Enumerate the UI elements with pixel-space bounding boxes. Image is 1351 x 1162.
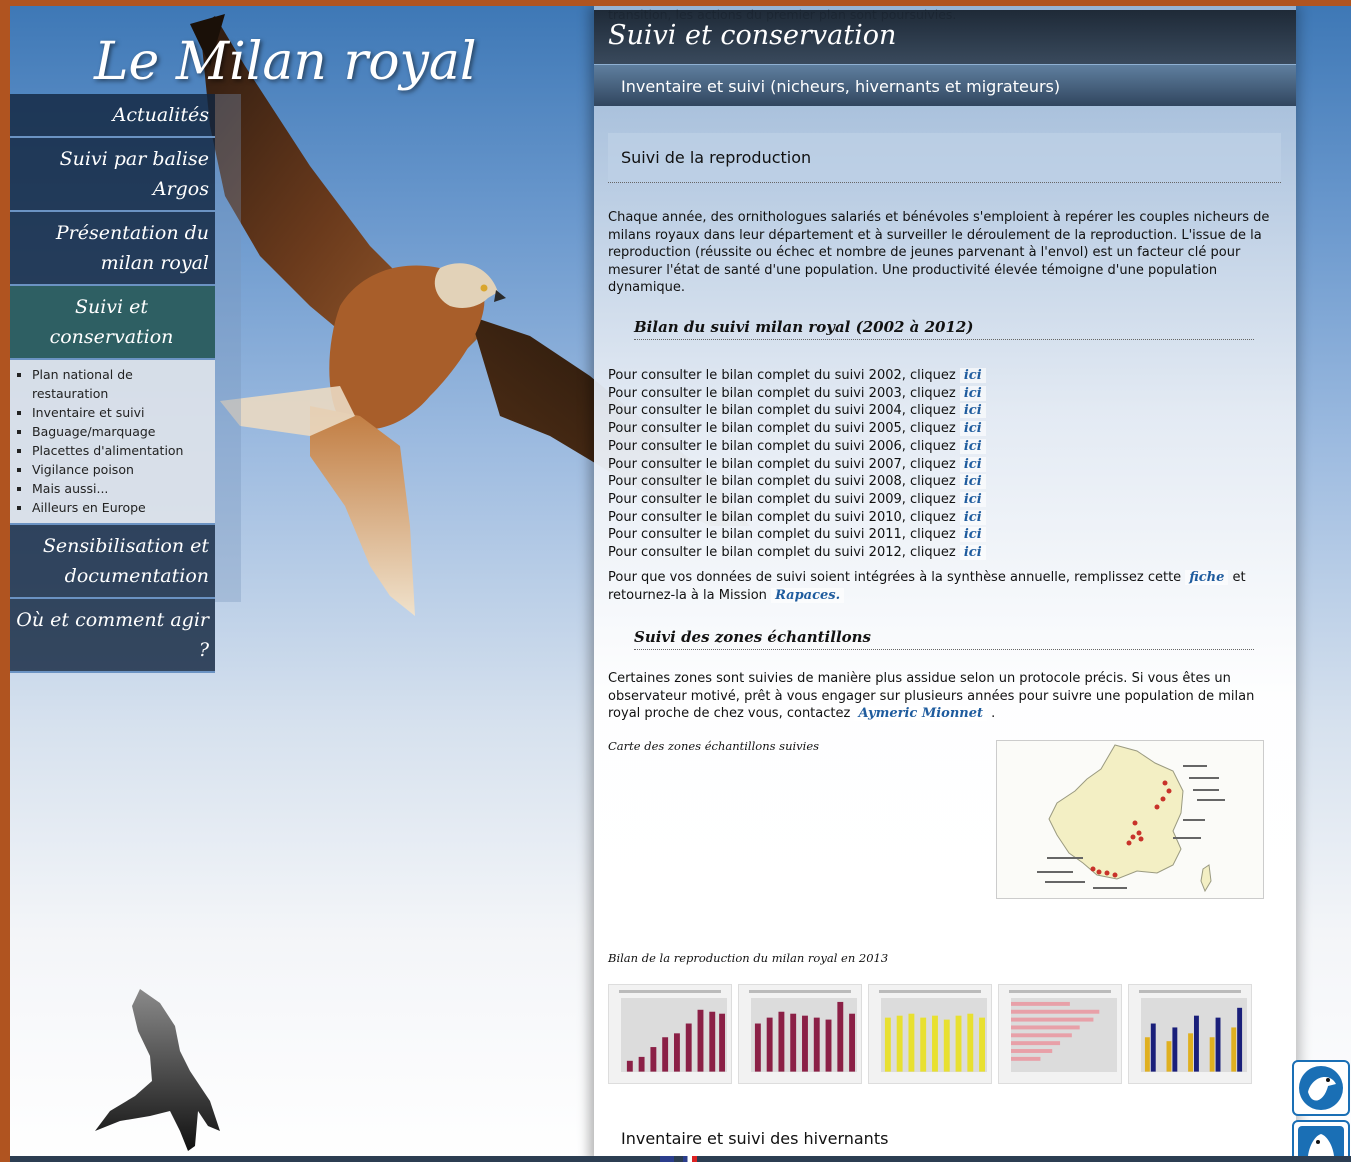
subnav: Plan national de restauration Inventaire… xyxy=(10,360,215,525)
report-line: Pour consulter le bilan complet du suivi… xyxy=(608,526,1208,544)
nav-item-actualites[interactable]: Actualités xyxy=(10,94,215,138)
subnav-item-placettes[interactable]: Placettes d'alimentation xyxy=(14,441,211,460)
report-line: Pour consulter le bilan complet du suivi… xyxy=(608,473,1208,491)
report-link-2006[interactable]: ici xyxy=(959,438,986,454)
report-line-text: Pour consulter le bilan complet du suivi… xyxy=(608,456,960,472)
main-content: transition, les actions du premier plan … xyxy=(594,6,1296,1162)
reproduction-charts[interactable] xyxy=(608,984,1252,1084)
fiche-text-2: et xyxy=(1232,570,1246,585)
nav-item-suivi-balise-argos[interactable]: Suivi par balise Argos xyxy=(10,138,215,212)
chart-1-bars xyxy=(621,998,727,1072)
chart-1 xyxy=(608,984,732,1084)
fiche-paragraph: Pour que vos données de suivi soient int… xyxy=(608,569,1284,604)
page-title: Suivi et conservation xyxy=(608,20,897,51)
nav-side-band xyxy=(215,94,241,602)
chart-5-bars xyxy=(1141,998,1247,1072)
contact-link[interactable]: Aymeric Mionnet xyxy=(854,706,988,721)
report-line-text: Pour consulter le bilan complet du suivi… xyxy=(608,385,960,401)
footer-bar xyxy=(10,1156,1351,1162)
map-caption: Carte des zones échantillons suivies xyxy=(608,739,820,753)
kite-silhouette-icon xyxy=(95,989,220,1151)
section-bar: Inventaire et suivi (nicheurs, hivernant… xyxy=(594,64,1296,106)
report-line-text: Pour consulter le bilan complet du suivi… xyxy=(608,438,960,454)
subnav-item-vigilance-poison[interactable]: Vigilance poison xyxy=(14,460,211,479)
zones-heading: Suivi des zones échantillons xyxy=(634,628,1254,650)
report-line: Pour consulter le bilan complet du suivi… xyxy=(608,438,1208,456)
site-title[interactable]: Le Milan royal xyxy=(94,32,477,92)
fiche-text-1: Pour que vos données de suivi soient int… xyxy=(608,570,1182,585)
report-link-2011[interactable]: ici xyxy=(959,527,986,543)
report-link-2004[interactable]: ici xyxy=(959,403,986,419)
hivernants-heading: Inventaire et suivi des hivernants xyxy=(621,1129,889,1148)
chart-3 xyxy=(868,984,992,1084)
nav-item-suivi-conservation[interactable]: Suivi et conservation xyxy=(10,286,215,360)
report-line: Pour consulter le bilan complet du suivi… xyxy=(608,420,1208,438)
section-title: Inventaire et suivi (nicheurs, hivernant… xyxy=(621,77,1061,96)
page-title-bar: Suivi et conservation xyxy=(594,10,1296,66)
subhead-box: Suivi de la reproduction xyxy=(608,133,1281,183)
chart-4 xyxy=(998,984,1122,1084)
subnav-item-plan-national[interactable]: Plan national de restauration xyxy=(14,365,211,403)
main-nav: Actualités Suivi par balise Argos Présen… xyxy=(10,94,215,673)
footer-text xyxy=(220,1156,698,1162)
france-map-icon xyxy=(1037,744,1225,893)
subhead-title: Suivi de la reproduction xyxy=(621,148,812,167)
chart-3-bars xyxy=(881,998,987,1072)
report-line: Pour consulter le bilan complet du suivi… xyxy=(608,491,1208,509)
report-line: Pour consulter le bilan complet du suivi… xyxy=(608,456,1208,474)
fiche-text-3: retournez-la à la Mission xyxy=(608,587,767,603)
report-line-text: Pour consulter le bilan complet du suivi… xyxy=(608,509,960,525)
falcon-badge-icon[interactable] xyxy=(1292,1060,1350,1116)
report-line-text: Pour consulter le bilan complet du suivi… xyxy=(608,403,960,419)
report-line: Pour consulter le bilan complet du suivi… xyxy=(608,367,1208,385)
flag-uk-icon[interactable] xyxy=(660,1156,674,1162)
nav-item-sensibilisation[interactable]: Sensibilisation et documentation xyxy=(10,525,215,599)
report-link-2003[interactable]: ici xyxy=(959,385,986,401)
report-line-text: Pour consulter le bilan complet du suivi… xyxy=(608,421,960,437)
report-line: Pour consulter le bilan complet du suivi… xyxy=(608,509,1208,527)
chart-5 xyxy=(1128,984,1252,1084)
report-link-2010[interactable]: ici xyxy=(959,509,986,525)
intro-paragraph: Chaque année, des ornithologues salariés… xyxy=(608,210,1270,295)
report-link-2005[interactable]: ici xyxy=(959,421,986,437)
report-line: Pour consulter le bilan complet du suivi… xyxy=(608,402,1208,420)
report-line-text: Pour consulter le bilan complet du suivi… xyxy=(608,474,960,490)
subnav-item-inventaire[interactable]: Inventaire et suivi xyxy=(14,403,211,422)
chart-2 xyxy=(738,984,862,1084)
fiche-link[interactable]: fiche xyxy=(1185,570,1229,585)
nav-item-presentation[interactable]: Présentation du milan royal xyxy=(10,212,215,286)
report-line-text: Pour consulter le bilan complet du suivi… xyxy=(608,527,960,543)
subnav-item-baguage[interactable]: Baguage/marquage xyxy=(14,422,211,441)
subnav-item-ailleurs-europe[interactable]: Ailleurs en Europe xyxy=(14,498,211,517)
nav-item-ou-agir[interactable]: Où et comment agir ? xyxy=(10,599,215,673)
charts-caption: Bilan de la reproduction du milan royal … xyxy=(608,951,889,965)
rapaces-link[interactable]: Rapaces. xyxy=(771,587,845,603)
report-link-2008[interactable]: ici xyxy=(959,474,986,490)
report-list: Pour consulter le bilan complet du suivi… xyxy=(608,367,1208,562)
bilan-heading: Bilan du suivi milan royal (2002 à 2012) xyxy=(634,318,1254,340)
chart-4-bars xyxy=(1011,998,1117,1072)
report-link-2007[interactable]: ici xyxy=(959,456,986,472)
report-line: Pour consulter le bilan complet du suivi… xyxy=(608,385,1208,403)
zones-paragraph: Certaines zones sont suivies de manière … xyxy=(608,670,1284,723)
zones-map[interactable] xyxy=(996,740,1264,899)
flag-fr-icon[interactable] xyxy=(683,1156,698,1162)
contact-end: . xyxy=(991,706,996,721)
page-frame: Le Milan royal Actualités Suivi par bali… xyxy=(10,6,1351,1162)
subnav-item-mais-aussi[interactable]: Mais aussi... xyxy=(14,479,211,498)
report-line-text: Pour consulter le bilan complet du suivi… xyxy=(608,368,960,383)
report-line-text: Pour consulter le bilan complet du suivi… xyxy=(608,545,960,561)
report-link-2002[interactable]: ici xyxy=(959,368,986,383)
report-line: Pour consulter le bilan complet du suivi… xyxy=(608,544,1208,562)
report-link-2009[interactable]: ici xyxy=(959,491,986,507)
chart-2-bars xyxy=(751,998,857,1072)
report-line-text: Pour consulter le bilan complet du suivi… xyxy=(608,491,960,507)
report-link-2012[interactable]: ici xyxy=(959,545,986,561)
